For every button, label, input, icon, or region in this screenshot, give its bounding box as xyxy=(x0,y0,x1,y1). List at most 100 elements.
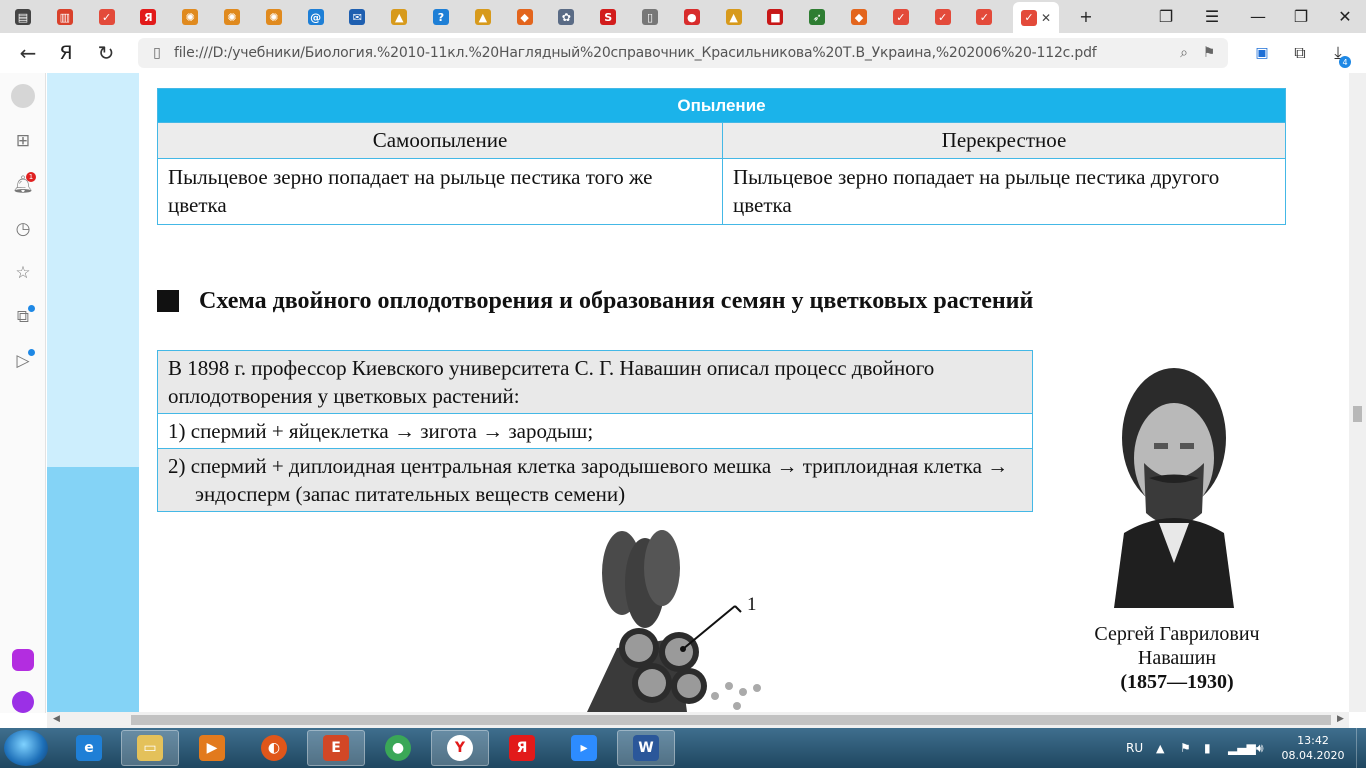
alice-icon[interactable] xyxy=(10,689,36,715)
horizontal-scroll-thumb[interactable] xyxy=(131,715,1331,725)
tab-12[interactable]: ◆ xyxy=(506,4,544,30)
back-button[interactable]: ← xyxy=(10,33,46,73)
apps-grid-icon[interactable]: ⊞ xyxy=(10,128,36,154)
page-icon: ▯ xyxy=(642,9,658,25)
page-margin-decoration-dark xyxy=(47,467,139,712)
tab-17[interactable]: ▲ xyxy=(715,4,753,30)
navashin-table: В 1898 г. профессор Киевского университе… xyxy=(157,350,1033,512)
file-icon: ▯ xyxy=(153,45,161,61)
notifications-badge: 1 xyxy=(26,172,36,182)
search-icon[interactable]: ⌕ xyxy=(1173,42,1195,64)
address-bar[interactable]: ▯ file:///D:/учебники/Биология.%2010-11к… xyxy=(138,38,1228,68)
new-tab-button[interactable]: + xyxy=(1063,0,1109,33)
tab-23[interactable]: ✓ xyxy=(965,4,1003,30)
history-icon[interactable]: ◷ xyxy=(10,216,36,242)
tab-19[interactable]: ➶ xyxy=(798,4,836,30)
taskbar-media[interactable]: ▶ xyxy=(183,730,241,766)
tab-3[interactable]: Я xyxy=(129,4,167,30)
tab-active[interactable]: ✓ ✕ xyxy=(1013,2,1059,33)
tab-6[interactable]: ✺ xyxy=(255,4,293,30)
menu-icon[interactable]: ☰ xyxy=(1189,0,1235,33)
yandex-home-button[interactable]: Я xyxy=(48,33,84,73)
record-icon: ● xyxy=(683,9,700,25)
tab-22[interactable]: ✓ xyxy=(924,4,962,30)
flag-icon[interactable]: ⚑ xyxy=(1180,728,1191,768)
tab-13[interactable]: ✿ xyxy=(547,4,585,30)
messenger-icon[interactable] xyxy=(10,647,36,673)
section-heading-text: Схема двойного оплодотворения и образова… xyxy=(199,287,1034,314)
yandex-icon: Я xyxy=(509,735,535,761)
media-player-icon: ▶ xyxy=(199,735,225,761)
language-indicator[interactable]: RU xyxy=(1126,728,1143,768)
taskbar-office[interactable]: E xyxy=(307,730,365,766)
profile-icon[interactable] xyxy=(10,83,36,109)
zoom-icon: ▸ xyxy=(571,735,597,761)
taskbar-explorer[interactable]: ▭ xyxy=(121,730,179,766)
tab-8[interactable]: ✉ xyxy=(338,4,376,30)
tab-18[interactable]: ■ xyxy=(756,4,794,30)
tab-1[interactable]: ▥ xyxy=(46,4,84,30)
vertical-scroll-thumb[interactable] xyxy=(1353,406,1362,422)
clock-time: 13:42 xyxy=(1297,734,1329,747)
video-icon[interactable]: ▷ xyxy=(10,348,36,374)
start-button[interactable] xyxy=(4,730,48,766)
caption-line-1: Сергей Гаврилович xyxy=(1094,623,1260,645)
show-desktop-button[interactable] xyxy=(1356,728,1366,768)
horizontal-scrollbar[interactable]: ◀ ▶ xyxy=(47,712,1349,728)
downloads-button[interactable]: ⤓ 4 xyxy=(1320,33,1356,73)
collections-icon[interactable]: ⧉ xyxy=(10,304,36,330)
yandex-icon: Я xyxy=(140,9,157,25)
close-window-button[interactable]: ✕ xyxy=(1322,0,1366,33)
tab-11[interactable]: ▲ xyxy=(464,4,502,30)
power-icon[interactable]: ▮ xyxy=(1204,728,1211,768)
notifications-icon[interactable]: 🔔︎ 1 xyxy=(10,172,36,198)
page-margin-decoration xyxy=(47,73,139,467)
taskbar-yandex[interactable]: Я xyxy=(493,730,551,766)
taskbar-chrome[interactable]: ● xyxy=(369,730,427,766)
taskbar-firefox[interactable]: ◐ xyxy=(245,730,303,766)
show-hidden-icons[interactable]: ▲ xyxy=(1156,728,1164,768)
bookmarks-star-icon[interactable]: ☆ xyxy=(10,260,36,286)
close-icon[interactable]: ✕ xyxy=(1041,11,1051,25)
tab-9[interactable]: ▲ xyxy=(380,4,418,30)
bookmark-icon[interactable]: ⚑ xyxy=(1198,42,1220,64)
taskbar-ie[interactable]: e xyxy=(60,730,118,766)
tab-5[interactable]: ✺ xyxy=(213,4,251,30)
reload-button[interactable]: ↻ xyxy=(88,33,124,73)
tab-0[interactable]: ▤ xyxy=(4,4,42,30)
taskbar-word[interactable]: W xyxy=(617,730,675,766)
taskbar-zoom[interactable]: ▸ xyxy=(555,730,613,766)
clock[interactable]: 13:42 08.04.2020 xyxy=(1278,733,1348,763)
taskbar: e ▭ ▶ ◐ E ● Y Я ▸ W RU ▲ ⚑ ▮ ▂▄▆ 🔊︎ 13:4… xyxy=(0,728,1366,768)
tab-7[interactable]: @ xyxy=(297,4,335,30)
adblock-off-icon[interactable]: ▣ xyxy=(1244,33,1280,73)
chrome-icon: ● xyxy=(385,735,411,761)
pdf-viewer[interactable]: Опыление Самоопыление Перекрестное Пыльц… xyxy=(47,73,1349,712)
url-text[interactable]: file:///D:/учебники/Биология.%2010-11кл.… xyxy=(174,45,1097,61)
s-icon: S xyxy=(600,9,617,25)
tab-14[interactable]: S xyxy=(589,4,627,30)
tab-20[interactable]: ◆ xyxy=(840,4,878,30)
section-heading: Схема двойного оплодотворения и образова… xyxy=(157,286,1033,316)
tab-10[interactable]: ? xyxy=(422,4,460,30)
network-icon[interactable]: ▂▄▆ xyxy=(1228,728,1256,768)
vertical-scrollbar[interactable] xyxy=(1349,73,1366,712)
tab-4[interactable]: ✺ xyxy=(171,4,209,30)
volume-icon[interactable]: 🔊︎ xyxy=(1256,728,1264,768)
tab-21[interactable]: ✓ xyxy=(882,4,920,30)
shield-icon: ✓ xyxy=(976,9,993,25)
tab-16[interactable]: ● xyxy=(673,4,711,30)
scroll-right-icon[interactable]: ▶ xyxy=(1337,714,1344,724)
taskbar-yandex-browser[interactable]: Y xyxy=(431,730,489,766)
yandex-browser-icon: Y xyxy=(447,735,473,761)
tabs-overview-icon[interactable]: ❐ xyxy=(1143,0,1189,33)
tab-strip: ▤ ▥ ✓ Я ✺ ✺ ✺ @ ✉ ▲? ▲ ◆ ✿ S ▯ ● ▲ ■ ➶ ◆ ✓ ✓ ✓ ✓ ✕ + ❐ ☰ — ❐ ✕ xyxy=(0,0,1366,33)
minimize-button[interactable]: — xyxy=(1235,0,1281,33)
tab-15[interactable]: ▯ xyxy=(631,4,669,30)
tab-2[interactable]: ✓ xyxy=(88,4,126,30)
self-pollination-header: Самоопыление xyxy=(157,122,723,159)
scroll-left-icon[interactable]: ◀ xyxy=(53,714,60,724)
translate-icon[interactable]: ⧉ xyxy=(1282,33,1318,73)
restore-button[interactable]: ❐ xyxy=(1278,0,1324,33)
stop-icon: ■ xyxy=(767,9,784,25)
